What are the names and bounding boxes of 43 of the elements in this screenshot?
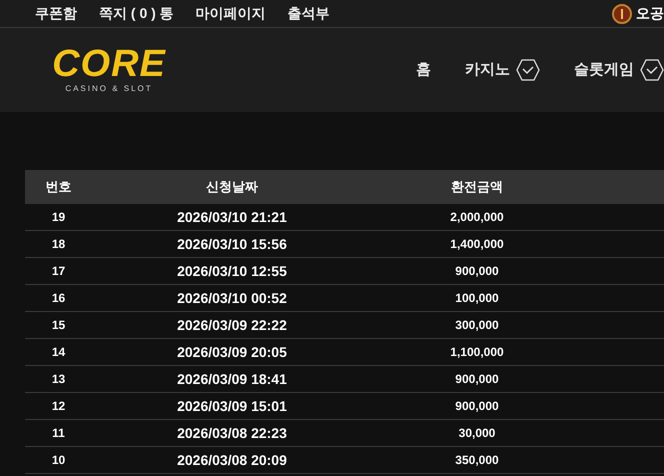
table-cell-text: 900,000 — [454, 398, 500, 415]
table-cell-text: 900,000 — [454, 263, 500, 280]
table-cell-text: 18 — [50, 236, 66, 253]
table-cell-text: 17 — [50, 263, 66, 280]
table-cell-text: 2026/03/10 15:56 — [176, 234, 288, 254]
table-cell-text: 2026/03/09 22:22 — [176, 316, 288, 334]
nav-item[interactable]: 카지노 — [465, 58, 540, 82]
top-link[interactable]: 마이페이지 — [196, 3, 266, 24]
column-header: 신청날짜 — [205, 178, 259, 196]
column-header: 환전금액 — [450, 178, 504, 196]
table-cell-text: 1,400,000 — [449, 236, 505, 253]
table-cell-text: 2026/03/10 21:21 — [176, 208, 288, 226]
table-cell-text: 30,000 — [458, 425, 496, 442]
table-cell-text: 2026/03/08 22:23 — [176, 424, 288, 442]
table-cell-text: 2026/03/10 00:52 — [176, 288, 288, 308]
logo[interactable]: CORE CASINO & SLOT — [46, 45, 172, 95]
coin-icon — [612, 4, 632, 24]
table-cell-text: 11 — [51, 425, 66, 442]
table-cell-text: 15 — [50, 317, 66, 334]
top-link[interactable]: 쿠폰함 — [35, 3, 77, 24]
table-cell-text: 2026/03/08 20:09 — [176, 450, 288, 470]
table-cell-text: 16 — [50, 290, 66, 307]
table-cell-text: 2,000,000 — [449, 209, 505, 226]
top-link[interactable]: 쪽지 ( 0 ) 통 — [99, 3, 174, 24]
table-cell-text: 900,000 — [454, 371, 500, 388]
table-cell-text: 350,000 — [454, 452, 500, 469]
table-cell-text: 100,000 — [454, 290, 500, 307]
table-cell-text: 13 — [50, 371, 66, 388]
table-cell-text: 2026/03/09 18:41 — [176, 370, 288, 388]
table-cell-text: 12 — [50, 398, 66, 415]
column-header: 번호 — [44, 178, 72, 196]
table-cell-text: 300,000 — [454, 317, 500, 334]
top-link[interactable]: 출석부 — [288, 3, 330, 24]
nav-item[interactable]: 슬롯게임 — [574, 58, 664, 82]
table-cell-text: 10 — [50, 452, 66, 469]
table-cell-text: 2026/03/09 20:05 — [176, 342, 288, 362]
table-cell-text: 2026/03/09 15:01 — [176, 396, 288, 416]
table-cell-text: 19 — [50, 209, 66, 226]
user-name[interactable]: 오공 — [636, 3, 664, 24]
nav-item[interactable]: 홈 — [416, 58, 431, 82]
table-cell-text: 1,100,000 — [449, 344, 505, 361]
table-cell-text: 2026/03/10 12:55 — [176, 262, 288, 280]
table-cell-text: 14 — [50, 344, 66, 361]
